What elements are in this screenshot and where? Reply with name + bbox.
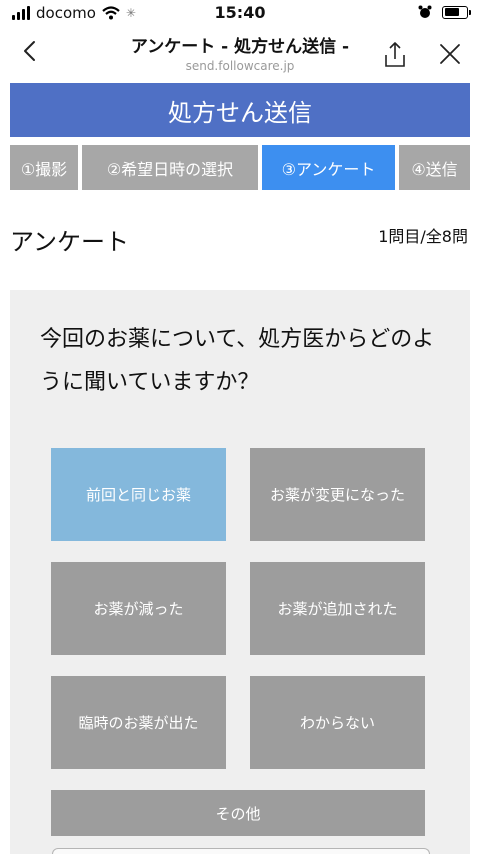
step-4: ④送信 [399,145,470,190]
answer-medicine-added[interactable]: お薬が追加された [250,562,425,655]
status-bar: docomo ✳ 15:40 [0,0,480,28]
status-right [418,5,471,19]
step-3: ③アンケート [262,145,395,190]
nav-bar: アンケート - 処方せん送信 - send.followcare.jp [0,28,480,82]
battery-icon [442,5,471,19]
answer-unknown[interactable]: わからない [250,676,425,769]
answer-medicine-changed[interactable]: お薬が変更になった [250,448,425,541]
page-title: アンケート - 処方せん送信 - [130,37,350,57]
alarm-icon [418,5,432,18]
question-text: 今回のお薬について、処方医からどのように聞いていますか？ [40,327,435,395]
step-2: ②希望日時の選択 [82,145,258,190]
answer-medicine-reduced[interactable]: お薬が減った [51,562,226,655]
answer-other[interactable]: その他 [51,790,425,836]
answer-temporary-medicine[interactable]: 臨時のお薬が出た [51,676,226,769]
back-icon[interactable] [16,34,46,68]
answer-same-medicine[interactable]: 前回と同じお薬 [51,448,226,541]
status-time: 15:40 [214,3,266,22]
header-banner: 処方せん送信 [10,83,470,137]
survey-heading: アンケート [10,228,130,256]
question-panel: 今回のお薬について、処方医からどのように聞いていますか？ 前回と同じお薬 お薬が… [10,290,470,854]
page-url: send.followcare.jp [185,59,295,73]
question-progress: 1問目/全8問 [378,227,468,246]
close-icon[interactable] [438,42,462,66]
next-button[interactable] [52,848,430,854]
step-indicator: ①撮影 ②希望日時の選択 ③アンケート ④送信 [10,145,470,190]
step-1: ①撮影 [10,145,78,190]
share-icon[interactable] [382,40,408,70]
